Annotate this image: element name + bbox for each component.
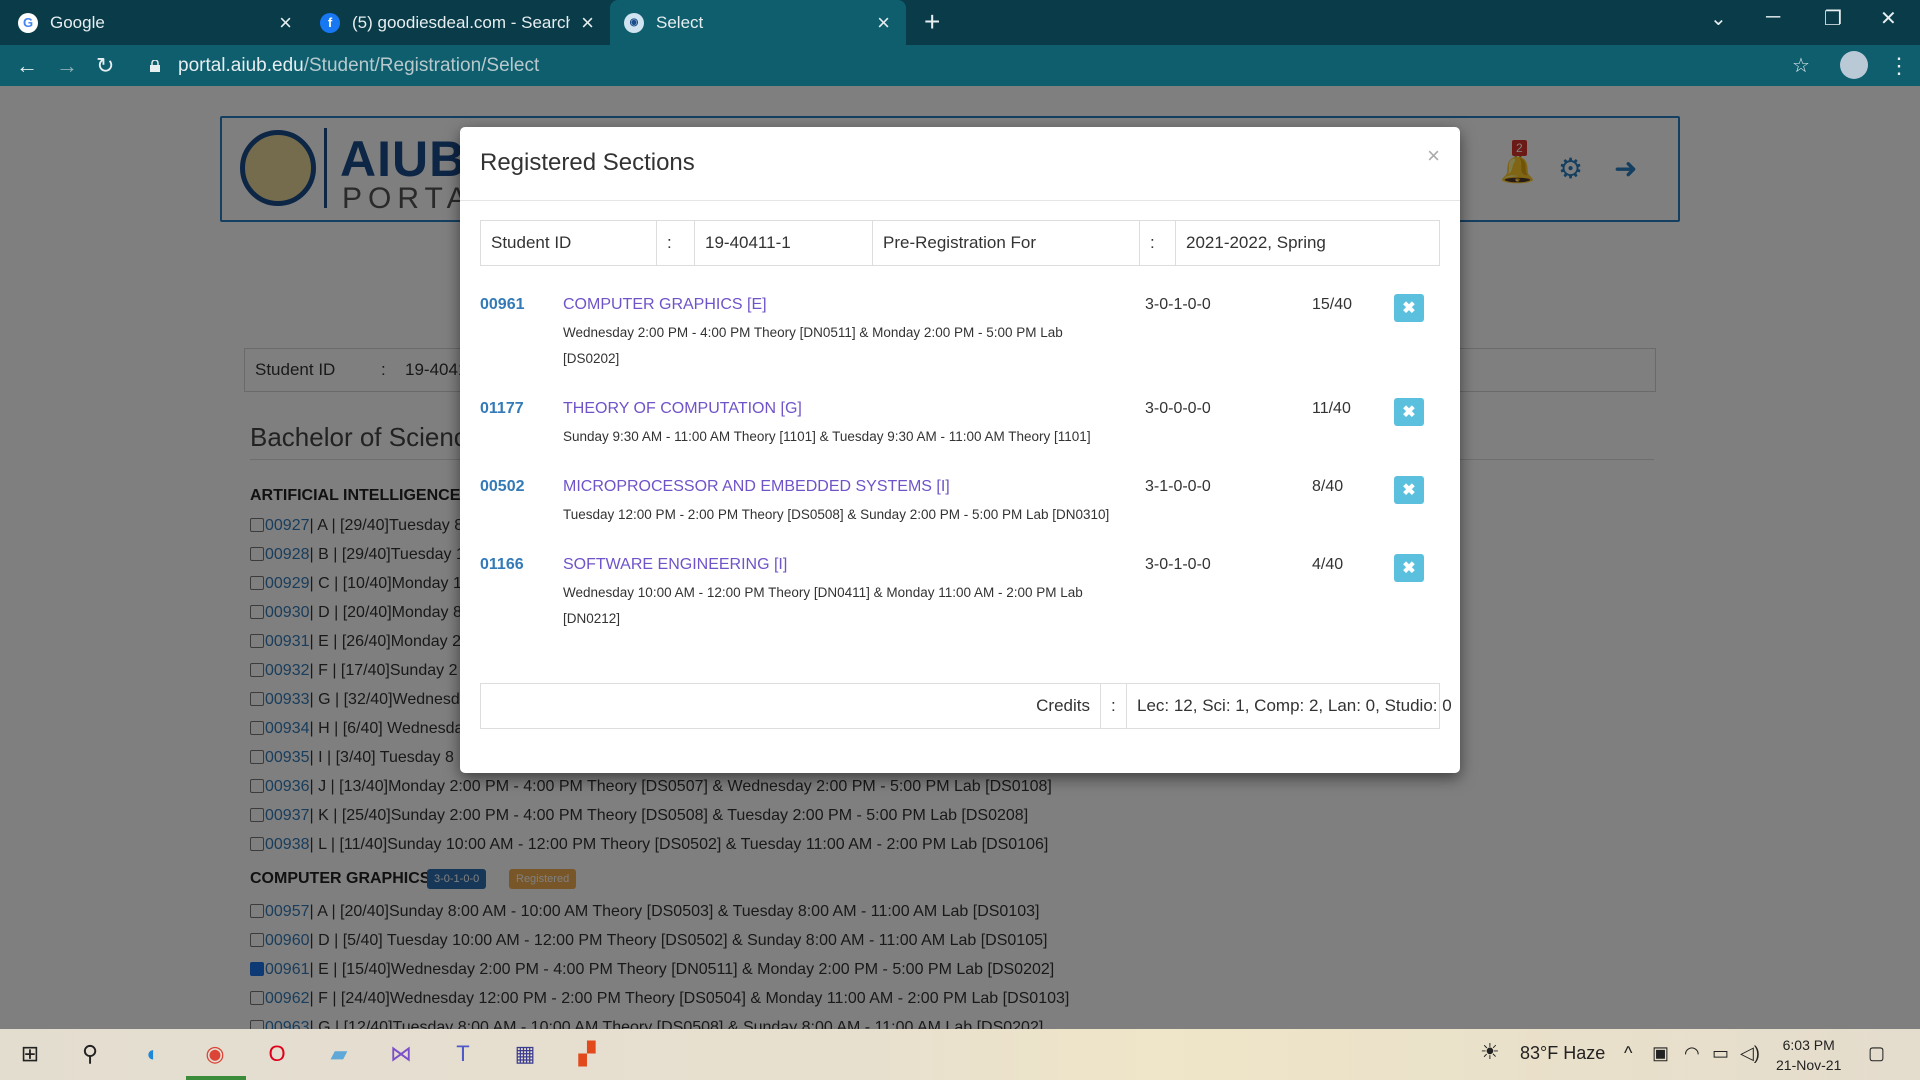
network-icon[interactable]: ▣ xyxy=(1652,1043,1669,1064)
google-icon: G xyxy=(18,12,38,33)
seat-count: 8/40 xyxy=(1312,478,1344,495)
section-schedule: Wednesday 10:00 AM - 12:00 PM Theory [DN… xyxy=(563,585,1083,626)
tab-goodiesdeal[interactable]: f (5) goodiesdeal.com - Search Res × xyxy=(320,0,610,45)
close-window-icon[interactable]: ✕ xyxy=(1880,6,1897,31)
seat-count: 15/40 xyxy=(1312,296,1353,313)
back-icon[interactable]: ← xyxy=(16,53,38,79)
colon: : xyxy=(657,221,695,265)
system-clock[interactable]: 6:03 PM 21-Nov-21 xyxy=(1776,1035,1841,1075)
url-host: portal.aiub.edu xyxy=(178,55,304,76)
lock-icon xyxy=(150,60,160,72)
restore-icon[interactable]: ❐ xyxy=(1824,6,1842,31)
close-tab-icon[interactable]: × xyxy=(581,10,594,36)
credit-pattern: 3-1-0-0-0 xyxy=(1145,478,1211,495)
seat-count: 4/40 xyxy=(1312,556,1344,573)
section-schedule: Sunday 9:30 AM - 11:00 AM Theory [1101] … xyxy=(563,429,1091,444)
drop-section-button[interactable]: ✖ xyxy=(1394,398,1424,426)
section-code-link[interactable]: 01177 xyxy=(480,400,524,418)
close-tab-icon[interactable]: × xyxy=(279,10,292,36)
facebook-icon: f xyxy=(320,12,340,33)
credit-pattern: 3-0-1-0-0 xyxy=(1145,556,1211,573)
section-code-link[interactable]: 00502 xyxy=(480,478,525,496)
tab-search-icon[interactable]: ⌄ xyxy=(1710,6,1727,31)
calculator-app-icon[interactable]: ▦ xyxy=(509,1038,541,1070)
registered-sections-modal: Registered Sections × Student ID : 19-40… xyxy=(460,127,1460,773)
wifi-icon[interactable]: ◠ xyxy=(1684,1043,1700,1064)
credits-summary-table: Credits : Lec: 12, Sci: 1, Comp: 2, Lan:… xyxy=(480,683,1452,729)
tab-label: Google xyxy=(50,12,105,32)
file-explorer-icon[interactable]: ▰ xyxy=(323,1038,355,1070)
section-schedule: Wednesday 2:00 PM - 4:00 PM Theory [DN05… xyxy=(563,325,1063,366)
tab-label: Select xyxy=(656,12,704,32)
clock-date: 21-Nov-21 xyxy=(1776,1057,1842,1073)
section-code-link[interactable]: 01166 xyxy=(480,556,524,574)
modal-title: Registered Sections xyxy=(480,149,695,176)
bookmark-star-icon[interactable]: ☆ xyxy=(1792,53,1810,78)
drop-section-button[interactable]: ✖ xyxy=(1394,476,1424,504)
close-tab-icon[interactable]: × xyxy=(877,10,890,36)
section-code-link[interactable]: 00961 xyxy=(480,296,525,314)
close-icon[interactable]: × xyxy=(1427,143,1440,169)
drop-section-button[interactable]: ✖ xyxy=(1394,554,1424,582)
windows-taskbar: ⊞ ⚲ ◐ ◉ O ▰ ⋈ T ▦ ▞ ☀ 83°F Haze ^ ▣ ◠ ▭ … xyxy=(0,1029,1920,1080)
credit-pattern: 3-0-0-0-0 xyxy=(1145,400,1211,417)
registered-section-row: 01177 THEORY OF COMPUTATION [G] Sunday 9… xyxy=(480,398,1440,454)
pre-registration-label: Pre-Registration For xyxy=(873,221,1140,265)
semester-value: 2021-2022, Spring xyxy=(1186,233,1326,252)
course-title-link[interactable]: MICROPROCESSOR AND EMBEDDED SYSTEMS [I] xyxy=(563,478,950,496)
url-path: /Student/Registration/Select xyxy=(303,55,540,76)
credit-pattern: 3-0-1-0-0 xyxy=(1145,296,1211,313)
profile-avatar[interactable] xyxy=(1840,51,1868,79)
opera-icon[interactable]: O xyxy=(261,1038,293,1070)
colon: : xyxy=(1101,684,1127,728)
seat-count: 11/40 xyxy=(1312,400,1351,417)
course-title-link[interactable]: THEORY OF COMPUTATION [G] xyxy=(563,400,802,418)
search-icon[interactable]: ⚲ xyxy=(74,1038,106,1070)
visual-studio-icon[interactable]: ⋈ xyxy=(385,1038,417,1070)
url-field[interactable]: portal.aiub.edu/Student/Registration/Sel… xyxy=(178,55,539,77)
chrome-icon[interactable]: ◉ xyxy=(199,1038,231,1070)
credits-value: Lec: 12, Sci: 1, Comp: 2, Lan: 0, Studio… xyxy=(1137,696,1452,715)
aiub-icon: ◉ xyxy=(624,12,644,33)
browser-tab-bar: G Google × f (5) goodiesdeal.com - Searc… xyxy=(0,0,1920,45)
active-app-indicator xyxy=(186,1076,246,1080)
drop-section-button[interactable]: ✖ xyxy=(1394,294,1424,322)
section-schedule: Tuesday 12:00 PM - 2:00 PM Theory [DS050… xyxy=(563,507,1110,522)
weather-icon[interactable]: ☀ xyxy=(1480,1039,1500,1065)
edge-icon[interactable]: ◐ xyxy=(137,1038,169,1070)
tab-label: (5) goodiesdeal.com - Search Res xyxy=(352,12,570,32)
tab-select[interactable]: ◉ Select × xyxy=(610,0,906,45)
new-tab-icon[interactable]: + xyxy=(924,6,940,38)
minimize-icon[interactable]: ─ xyxy=(1766,6,1780,29)
chevron-up-icon[interactable]: ^ xyxy=(1624,1043,1632,1064)
reload-icon[interactable]: ↻ xyxy=(96,53,114,79)
notification-center-icon[interactable]: ▢ xyxy=(1868,1043,1885,1064)
registered-section-row: 00502 MICROPROCESSOR AND EMBEDDED SYSTEM… xyxy=(480,476,1440,532)
credits-label: Credits xyxy=(481,684,1101,728)
volume-icon[interactable]: ◁) xyxy=(1740,1043,1760,1064)
student-id-value: 19-40411-1 xyxy=(695,221,873,265)
colorful-app-icon[interactable]: ▞ xyxy=(571,1038,603,1070)
student-info-table: Student ID : 19-40411-1 Pre-Registration… xyxy=(480,220,1440,266)
colon: : xyxy=(1140,221,1176,265)
registered-section-row: 01166 SOFTWARE ENGINEERING [I] Wednesday… xyxy=(480,554,1440,636)
battery-icon[interactable]: ▭ xyxy=(1712,1043,1729,1064)
menu-kebab-icon[interactable]: ⋮ xyxy=(1888,53,1910,79)
clock-time: 6:03 PM xyxy=(1782,1037,1835,1053)
windows-start-icon[interactable]: ⊞ xyxy=(14,1038,46,1070)
student-id-label: Student ID xyxy=(481,221,657,265)
divider xyxy=(460,200,1460,201)
address-bar: ← → ↻ portal.aiub.edu/Student/Registrati… xyxy=(0,45,1920,86)
tab-google[interactable]: G Google × xyxy=(18,0,308,45)
course-title-link[interactable]: SOFTWARE ENGINEERING [I] xyxy=(563,556,787,574)
weather-text[interactable]: 83°F Haze xyxy=(1520,1043,1605,1064)
course-title-link[interactable]: COMPUTER GRAPHICS [E] xyxy=(563,296,767,314)
forward-icon[interactable]: → xyxy=(56,53,78,79)
registered-section-row: 00961 COMPUTER GRAPHICS [E] Wednesday 2:… xyxy=(480,294,1440,376)
teams-icon[interactable]: T xyxy=(447,1038,479,1070)
